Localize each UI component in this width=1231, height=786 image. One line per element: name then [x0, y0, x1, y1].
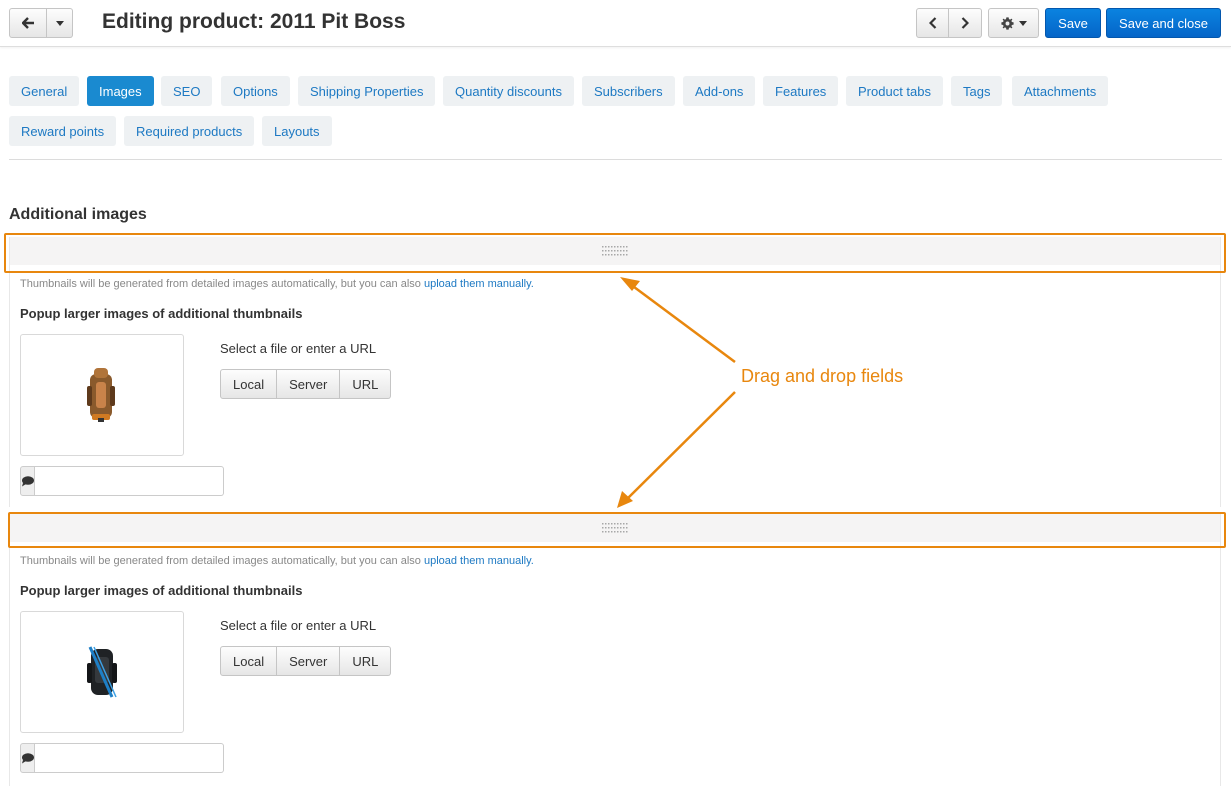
back-button[interactable]: [9, 8, 47, 38]
file-source-buttons: Local Server URL: [220, 369, 392, 399]
image-item: Thumbnails will be generated from detail…: [9, 514, 1221, 786]
file-source-buttons: Local Server URL: [220, 646, 392, 676]
tab-features[interactable]: Features: [763, 76, 839, 106]
hint-text: Thumbnails will be generated from detail…: [20, 278, 421, 290]
tab-options[interactable]: Options: [221, 76, 290, 106]
thumbnail-hint: Thumbnails will be generated from detail…: [20, 555, 534, 567]
image-thumbnail[interactable]: [20, 611, 184, 733]
drag-handle[interactable]: [10, 237, 1220, 265]
backpack-image: [87, 646, 117, 698]
settings-dropdown-button[interactable]: [988, 8, 1039, 38]
popup-images-label: Popup larger images of additional thumbn…: [20, 306, 303, 321]
caret-down-icon: [1018, 20, 1027, 26]
local-button[interactable]: Local: [220, 369, 278, 399]
drag-handle[interactable]: [10, 514, 1220, 542]
section-title: Additional images: [9, 206, 147, 223]
server-button[interactable]: Server: [277, 646, 341, 676]
tab-general[interactable]: General: [9, 76, 80, 106]
tab-product-tabs[interactable]: Product tabs: [846, 76, 943, 106]
chevron-left-icon: [928, 17, 936, 29]
alt-text-field: [20, 466, 224, 496]
comment-icon: [22, 475, 34, 486]
annotation-label: Drag and drop fields: [741, 366, 904, 386]
tab-layouts[interactable]: Layouts: [262, 116, 332, 146]
back-dropdown-button[interactable]: [47, 8, 73, 38]
gear-icon: [1000, 16, 1014, 30]
comment-icon: [22, 752, 34, 763]
local-button[interactable]: Local: [220, 646, 278, 676]
upload-manually-link[interactable]: upload them manually.: [424, 278, 534, 290]
alt-text-input[interactable]: [35, 743, 224, 773]
product-navigation: [916, 8, 982, 38]
tab-shipping-properties[interactable]: Shipping Properties: [298, 76, 436, 106]
tab-images[interactable]: Images: [87, 76, 154, 106]
popup-images-label: Popup larger images of additional thumbn…: [20, 583, 303, 598]
previous-product-button[interactable]: [916, 8, 949, 38]
alt-text-addon: [20, 466, 35, 496]
page-title: Editing product: 2011 Pit Boss: [102, 10, 406, 33]
image-item: Thumbnails will be generated from detail…: [9, 237, 1221, 507]
tab-tags[interactable]: Tags: [951, 76, 1003, 106]
tab-attachments[interactable]: Attachments: [1012, 76, 1109, 106]
tabs-divider: [9, 159, 1222, 160]
thumbnail-hint: Thumbnails will be generated from detail…: [20, 278, 534, 290]
tab-quantity-discounts[interactable]: Quantity discounts: [443, 76, 574, 106]
alt-text-addon: [20, 743, 35, 773]
save-and-close-button[interactable]: Save and close: [1106, 8, 1221, 38]
arrow-left-icon: [21, 17, 34, 29]
image-thumbnail[interactable]: [20, 334, 184, 456]
url-button[interactable]: URL: [340, 646, 392, 676]
next-product-button[interactable]: [949, 8, 982, 38]
drag-handle-icon: [601, 246, 627, 256]
tab-reward-points[interactable]: Reward points: [9, 116, 117, 146]
server-button[interactable]: Server: [277, 369, 341, 399]
drag-handle-icon: [601, 523, 627, 533]
url-button[interactable]: URL: [340, 369, 392, 399]
tab-subscribers[interactable]: Subscribers: [582, 76, 675, 106]
alt-text-input[interactable]: [35, 466, 224, 496]
save-button[interactable]: Save: [1045, 8, 1101, 38]
backpack-image: [87, 368, 115, 422]
tab-add-ons[interactable]: Add-ons: [683, 76, 756, 106]
page-header: Editing product: 2011 Pit Boss Save Save…: [0, 0, 1231, 47]
caret-down-icon: [55, 20, 64, 26]
upload-manually-link[interactable]: upload them manually.: [424, 555, 534, 567]
back-button-group: [9, 8, 73, 38]
tab-required-products[interactable]: Required products: [124, 116, 255, 146]
select-file-label: Select a file or enter a URL: [220, 618, 377, 633]
hint-text: Thumbnails will be generated from detail…: [20, 555, 421, 567]
select-file-label: Select a file or enter a URL: [220, 341, 377, 356]
tab-seo[interactable]: SEO: [161, 76, 213, 106]
chevron-right-icon: [961, 17, 969, 29]
alt-text-field: [20, 743, 224, 773]
